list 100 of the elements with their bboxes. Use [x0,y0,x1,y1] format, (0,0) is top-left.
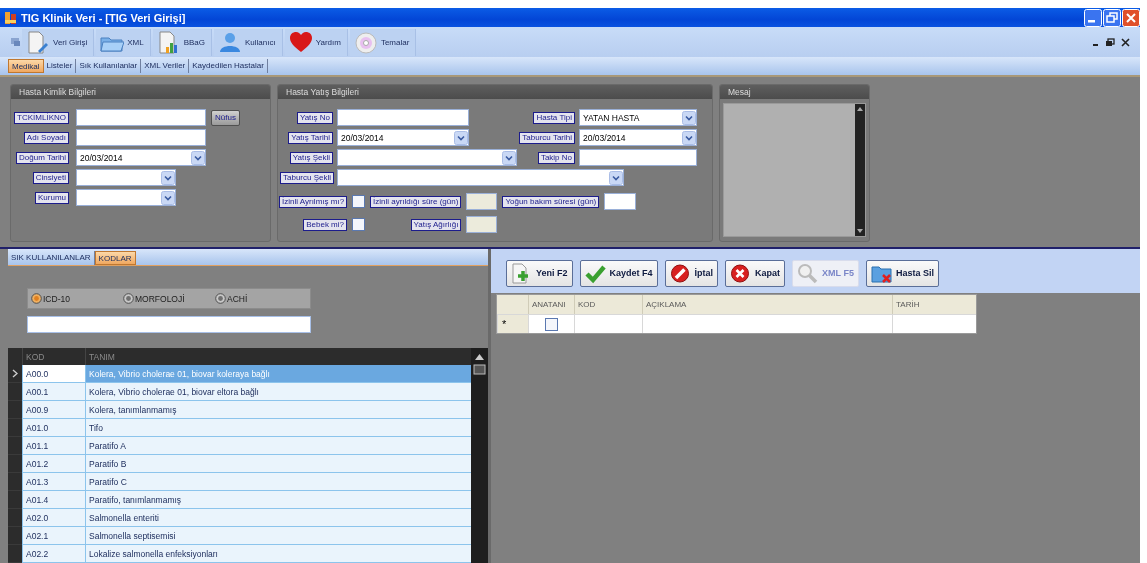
input-field[interactable] [337,109,469,126]
dropdown-field[interactable]: 20/03/2014 [76,149,206,166]
table-cell: A01.1 [22,437,85,455]
table-cell: Paratifo C [85,473,471,491]
close-icon [730,262,752,284]
field-label: Taburcu Şekli [280,171,335,184]
dropdown-field[interactable] [76,169,176,186]
new-row-marker: * [497,314,528,333]
table-cell: A00.9 [22,401,85,419]
field-label: Hasta Tipi [533,111,575,124]
field-label: Cinsiyeti [32,171,69,184]
radio-button[interactable] [31,293,42,304]
table-cell: A02.2 [22,545,85,563]
restore-button[interactable] [1103,8,1121,27]
table-cell: A01.4 [22,491,85,509]
table-cell: A00.1 [22,383,85,401]
table-cell: Kolera, tanımlanmamış [85,401,471,419]
toolbar-button[interactable]: Hasta Sil [865,259,939,287]
scrollbar[interactable] [855,104,865,236]
table-cell: Salmonella septisemisi [85,527,471,545]
table-cell: Paratifo B [85,455,471,473]
field-label: Bebek mi? [303,218,347,231]
restore-icon[interactable] [1105,37,1115,47]
input-field[interactable] [76,129,206,146]
toolbar-button[interactable]: Temalar [349,28,417,56]
chevron-down-icon[interactable] [682,110,696,125]
checkbox[interactable] [352,195,365,208]
checkbox[interactable] [545,317,558,331]
panel-header: Hasta Yatış Bilgileri [278,85,712,99]
table-cell: A01.3 [22,473,85,491]
heart-icon [288,30,313,54]
table-cell: A02.1 [22,527,85,545]
radio-label: MORFOLOJİ [135,293,185,304]
panel-header: Hasta Kimlik Bilgileri [11,85,270,99]
toolbar-button[interactable]: Kapat [725,259,786,287]
toolbar-button[interactable]: Yeni F2 [506,259,573,287]
dropdown-field[interactable] [337,169,624,186]
search-field[interactable] [27,316,311,333]
field-label: Taburcu Tarihi [519,131,575,144]
field-label: Takip No [537,151,575,164]
chevron-down-icon[interactable] [609,170,623,185]
column-header: ANATANI [528,295,574,314]
dropdown-field[interactable]: 20/03/2014 [337,129,469,146]
table-cell: A00.0 [22,365,85,383]
field-label: Yoğun bakım süresi (gün) [502,195,600,208]
radio-button[interactable] [215,293,226,304]
prohibited-icon [669,262,691,284]
grip-icon [10,35,22,49]
input-field[interactable] [604,193,637,210]
toolbar-button[interactable]: XML [96,28,151,56]
column-header: TARİH [892,295,976,314]
table-cell: Kolera, Vibrio cholerae 01, biovar eltora bağlı [85,383,471,401]
chevron-down-icon[interactable] [161,170,175,185]
field-label: İzinli Ayrılmış mı? [279,195,348,208]
radio-label: ACHİ [227,293,248,304]
input-field[interactable] [76,109,206,126]
nufus-button[interactable]: Nüfus [211,109,240,126]
toolbar-button[interactable]: Kaydet F4 [579,259,658,287]
chevron-down-icon[interactable] [191,150,205,165]
table-cell: A01.0 [22,419,85,437]
field-label: Adı Soyadı [23,131,69,144]
tab[interactable]: Medikal [8,59,44,73]
table-cell: Paratifo, tanımlanmamış [85,491,471,509]
toolbar-button[interactable]: Kullanıcı [214,28,283,56]
chevron-down-icon[interactable] [454,130,468,145]
field-label: Yatış Tarihi [288,131,333,144]
close-button[interactable] [1122,8,1140,27]
toolbar-button[interactable]: Yardım [284,28,348,56]
dropdown-field[interactable] [76,189,176,206]
search-icon [797,262,819,284]
chevron-down-icon[interactable] [502,150,516,165]
radio-button[interactable] [123,293,134,304]
tab[interactable]: Kaydedilen Hastalar [189,59,268,73]
scrollbar[interactable] [471,348,488,563]
input-field[interactable] [579,149,697,166]
minimize-button[interactable] [1084,8,1102,27]
field-label: Yatış Ağırlığı [410,218,462,231]
tab[interactable]: Sık Kullanılanlar [76,59,142,73]
dropdown-field[interactable] [337,149,517,166]
radio-label: ICD-10 [43,293,70,304]
toolbar-button[interactable]: BBaG [152,28,213,56]
field-label: İzinli ayrıldığı süre (gün) [370,195,462,208]
row-header[interactable] [8,365,22,383]
chevron-down-icon[interactable] [682,130,696,145]
toolbar-button[interactable]: İptal [664,259,719,287]
dropdown-field[interactable]: 20/03/2014 [579,129,697,146]
column-header: KOD [574,295,642,314]
field-label: TCKİMLİKNO [14,111,69,124]
tab[interactable]: KODLAR [94,251,136,265]
toolbar-button[interactable]: Veri Girişi [22,28,95,56]
document-icon [26,30,50,54]
dropdown-field[interactable]: YATAN HASTA [579,109,697,126]
panel-header: Mesaj [720,85,869,99]
tab[interactable]: SIK KULLANILANLAR [8,251,95,265]
chevron-down-icon[interactable] [161,190,175,205]
close-icon[interactable] [1121,37,1130,47]
table-cell: Kolera, Vibrio cholerae 01, biovar koleraya bağlı [85,365,471,383]
tab[interactable]: Listeler [43,59,77,73]
checkbox[interactable] [352,218,365,231]
tab[interactable]: XML Veriler [141,59,190,73]
